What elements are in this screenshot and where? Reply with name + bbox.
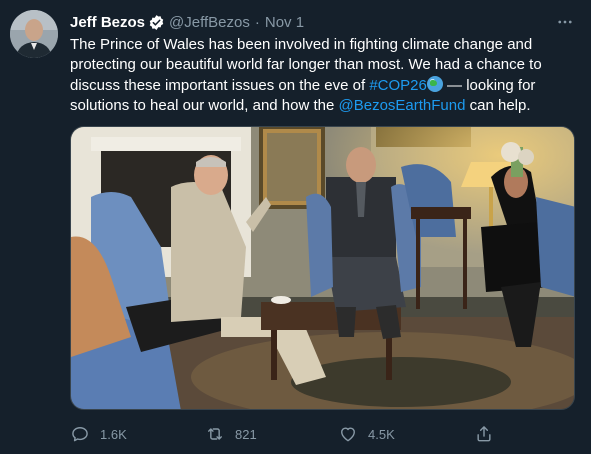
author-handle[interactable]: @JeffBezos	[169, 14, 250, 31]
tweet-actions: 1.6K 821 4.5K	[70, 420, 575, 448]
avatar[interactable]	[10, 10, 58, 58]
like-button[interactable]: 4.5K	[338, 424, 395, 444]
tweet-text-part: can help.	[465, 97, 531, 115]
retweet-icon	[208, 428, 222, 440]
tweet-card[interactable]: Jeff Bezos @JeffBezos · Nov 1 The Prince…	[0, 0, 591, 454]
heart-icon	[341, 427, 355, 442]
author-display-name[interactable]: Jeff Bezos	[70, 14, 145, 31]
like-count: 4.5K	[368, 426, 395, 442]
more-options-button[interactable]	[555, 12, 575, 32]
share-button[interactable]	[474, 424, 494, 444]
hashtag-link[interactable]: #COP26	[369, 77, 427, 94]
retweet-count: 821	[235, 426, 257, 442]
header-separator: ·	[254, 13, 260, 31]
more-dots-icon	[558, 20, 572, 24]
globe-emoji-icon	[426, 75, 443, 92]
avatar-portrait-icon	[10, 10, 58, 58]
reply-bubble-icon	[72, 427, 88, 442]
reply-button[interactable]: 1.6K	[70, 424, 127, 444]
verified-badge-icon	[148, 14, 165, 31]
tweet-timestamp[interactable]: Nov 1	[265, 14, 304, 31]
meeting-photo-image	[71, 127, 574, 409]
tweet-header: Jeff Bezos @JeffBezos · Nov 1	[70, 12, 304, 32]
tweet-text: The Prince of Wales has been involved in…	[70, 35, 580, 117]
mention-link[interactable]: @BezosEarthFund	[339, 97, 466, 114]
retweet-button[interactable]: 821	[205, 424, 257, 444]
share-icon	[477, 426, 491, 442]
tweet-photo[interactable]	[70, 126, 575, 410]
reply-count: 1.6K	[100, 426, 127, 442]
